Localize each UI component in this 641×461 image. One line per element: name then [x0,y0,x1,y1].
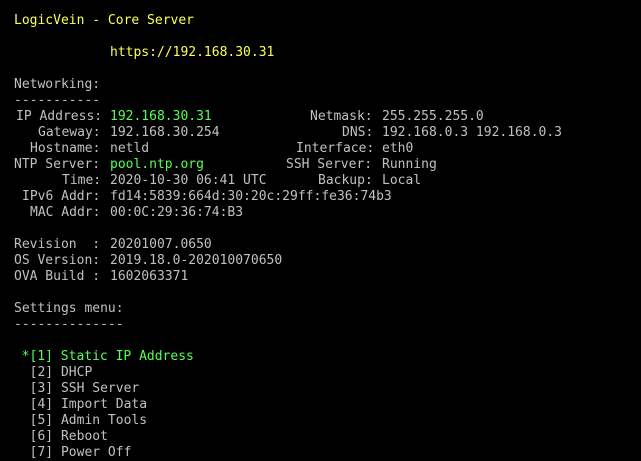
hostname-label: Hostname: [30,141,101,156]
settings-menu-underline: -------------- [14,317,124,332]
ipv6-label: IPv6 Addr: [22,189,101,204]
ova-build-label: OVA Build : [14,269,101,284]
interface-label: Interface: [296,141,375,156]
ova-build-value: 1602063371 [110,269,189,284]
netmask-value: 255.255.255.0 [382,109,484,124]
time-label: Time: [62,173,102,188]
menu-item-static-ip[interactable]: *[1] Static IP Address [6,333,194,364]
revision-value: 20201007.0650 [110,237,212,252]
ntp-value: pool.ntp.org [110,157,204,172]
menu-item-import-data[interactable]: [4] Import Data [14,381,147,412]
server-url: https://192.168.30.31 [110,45,275,60]
ipv6-row: IPv6 Addr: fd14:5839:664d:30:20c:29ff:fe… [0,189,641,205]
console-screen: { "header": { "title": "LogicVein - Core… [0,0,641,460]
time-value: 2020-10-30 06:41 UTC [110,173,267,188]
menu-item-ssh-server[interactable]: [3] SSH Server [14,365,140,396]
ip-label: IP Address: [16,109,103,124]
backup-label: Backup: [318,173,373,188]
menu-item-prefix: [7] [29,445,54,460]
revision-label: Revision : [14,237,101,252]
menu-item-reboot[interactable]: [6] Reboot [14,413,108,444]
settings-menu-heading: Settings menu: [14,301,124,316]
networking-underline: ----------- [14,93,101,108]
ip-value: 192.168.30.31 [110,109,212,124]
dns-value: 192.168.0.3 192.168.0.3 [382,125,563,140]
ntp-row: NTP Server: pool.ntp.org SSH Server: Run… [0,157,641,173]
os-version-label: OS Version: [14,253,101,268]
mac-value: 00:0C:29:36:74:B3 [110,205,244,220]
ntp-label: NTP Server: [14,157,101,172]
ipv6-value: fd14:5839:664d:30:20c:29ff:fe36:74b3 [110,189,392,204]
netmask-label: Netmask: [310,109,373,124]
ssh-label: SSH Server: [286,157,373,172]
menu-item-dhcp[interactable]: [2] DHCP [14,349,93,380]
ova-build-row: OVA Build : 1602063371 [0,269,641,285]
backup-value: Local [382,173,422,188]
mac-row: MAC Addr: 00:0C:29:36:74:B3 [0,205,641,221]
menu-item-power-off[interactable]: [7] Power Off [14,429,132,460]
dns-label: DNS: [342,125,374,140]
networking-heading: Networking: [14,77,101,92]
menu-item-label: Power Off [60,445,132,460]
ip-row: IP Address: 192.168.30.31 Netmask: 255.2… [0,109,641,125]
ssh-value: Running [382,157,437,172]
os-version-row: OS Version: 2019.18.0-202010070650 [0,253,641,269]
menu-item-admin-tools[interactable]: [5] Admin Tools [14,397,147,428]
hostname-value: netld [110,141,150,156]
gateway-label: Gateway: [38,125,101,140]
interface-value: eth0 [382,141,414,156]
os-version-value: 2019.18.0-202010070650 [110,253,283,268]
gateway-value: 192.168.30.254 [110,125,220,140]
revision-row: Revision : 20201007.0650 [0,237,641,253]
console-title: LogicVein - Core Server [14,13,195,28]
gateway-row: Gateway: 192.168.30.254 DNS: 192.168.0.3… [0,125,641,141]
time-row: Time: 2020-10-30 06:41 UTC Backup: Local [0,173,641,189]
hostname-row: Hostname: netld Interface: eth0 [0,141,641,157]
mac-label: MAC Addr: [30,205,101,220]
